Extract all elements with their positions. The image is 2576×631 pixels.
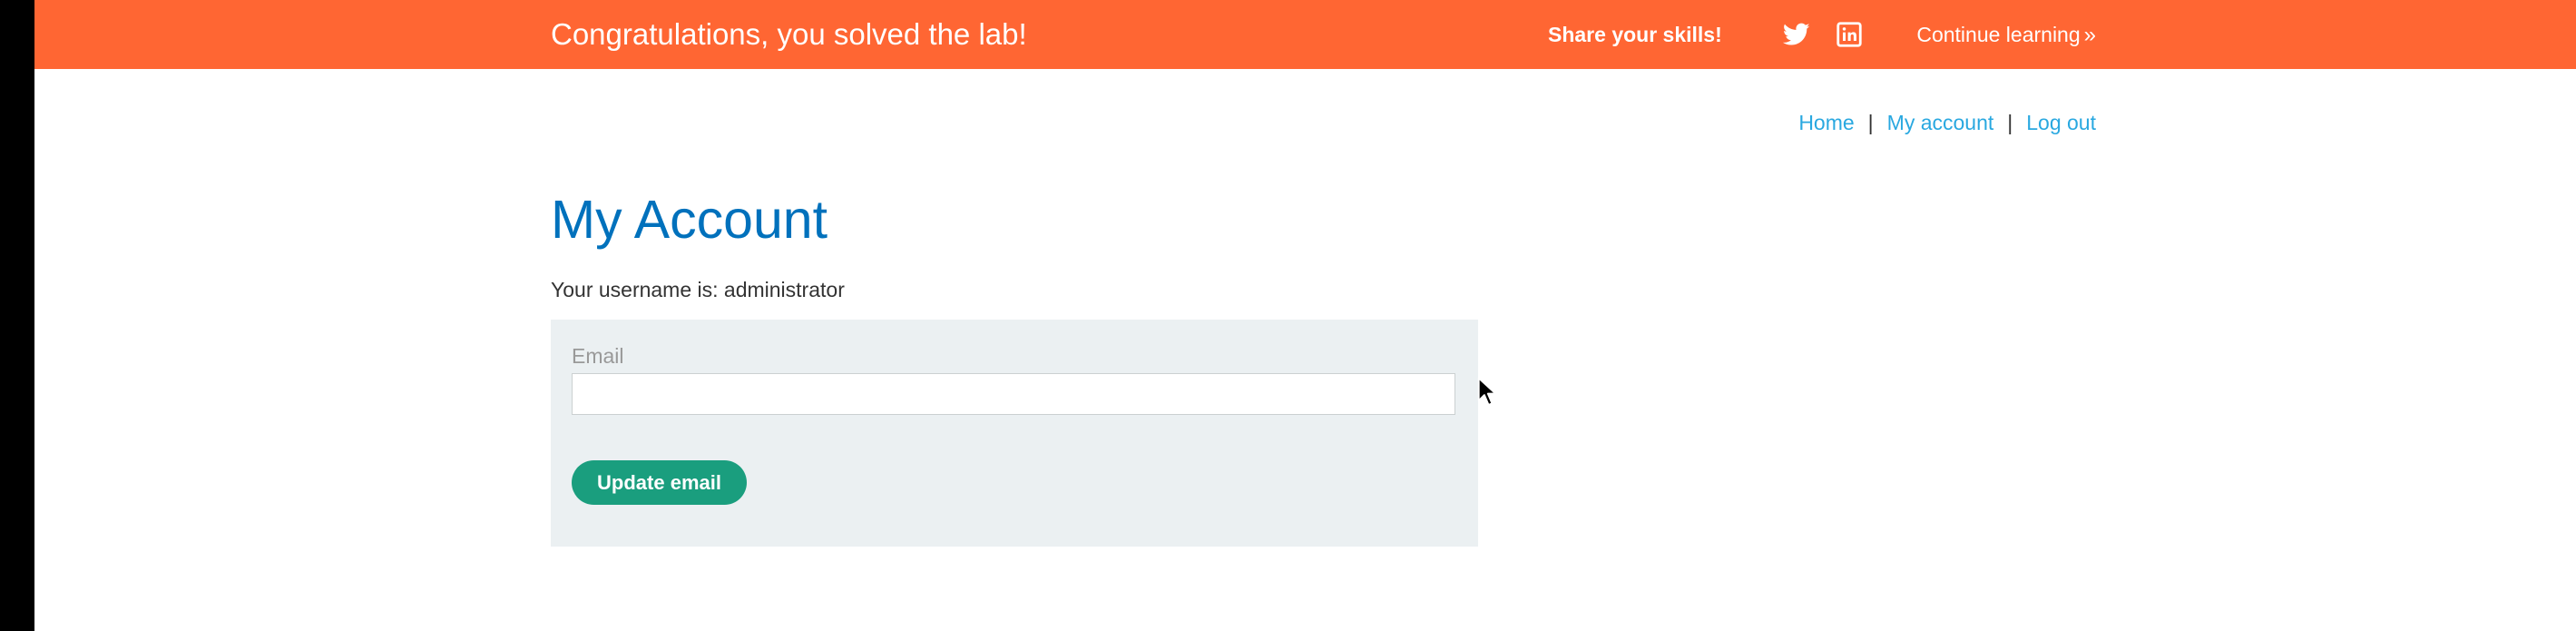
username-text: Your username is: administrator (551, 278, 845, 301)
nav-separator: | (2007, 111, 2013, 134)
update-email-button[interactable]: Update email (572, 460, 747, 505)
twitter-icon[interactable] (1783, 22, 1810, 47)
continue-learning-link[interactable]: Continue learning» (1873, 0, 2096, 69)
banner-title: Congratulations, you solved the lab! (551, 17, 1027, 51)
nav-log-out-link[interactable]: Log out (2026, 111, 2096, 134)
page-title: My Account (551, 190, 828, 250)
share-skills-label: Share your skills! (1548, 23, 1722, 46)
double-chevron-right-icon: » (2083, 23, 2096, 47)
continue-learning-label: Continue learning (1916, 23, 2081, 46)
lab-solved-banner: Congratulations, you solved the lab! Sha… (34, 0, 2576, 69)
email-label: Email (572, 344, 624, 368)
page: Congratulations, you solved the lab! Sha… (34, 0, 2576, 631)
nav-separator: | (1867, 111, 1874, 134)
linkedin-icon[interactable] (1837, 22, 1862, 47)
nav-my-account-link[interactable]: My account (1887, 111, 1994, 134)
nav-home-link[interactable]: Home (1798, 111, 1854, 134)
left-black-strip (0, 0, 34, 631)
update-email-form: Email Update email (551, 320, 1478, 547)
email-input[interactable] (572, 373, 1455, 415)
account-nav: Home | My account | Log out (1798, 107, 2096, 138)
mouse-cursor-icon (1477, 377, 1497, 406)
